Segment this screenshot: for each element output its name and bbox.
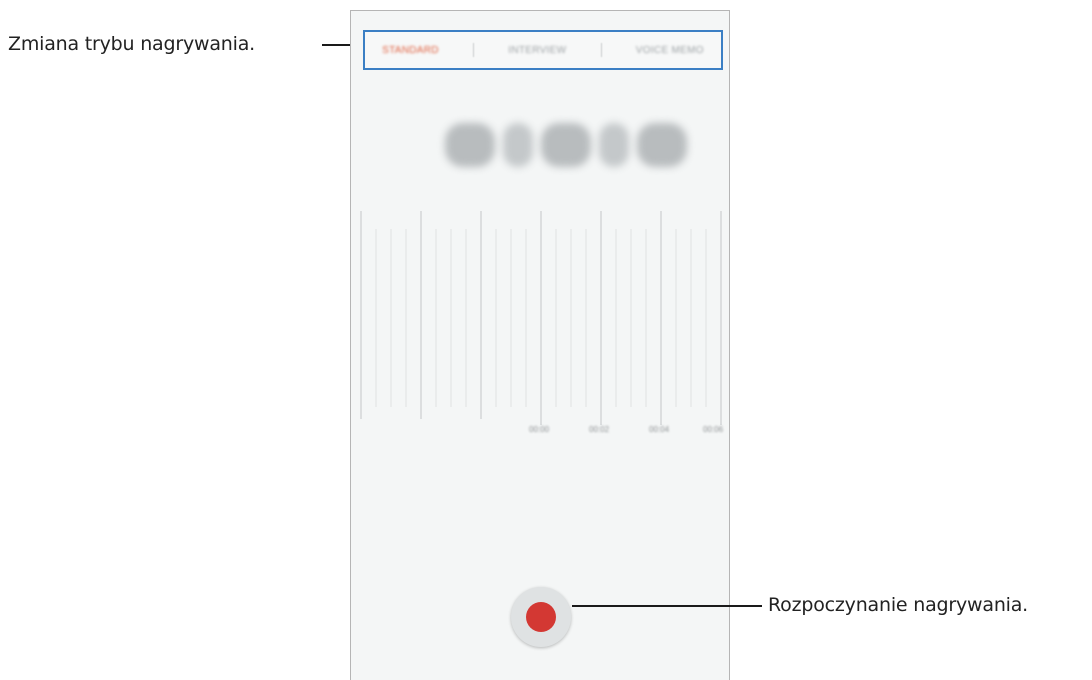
tick-label: 00:00 <box>529 425 550 434</box>
tab-voice-memo[interactable]: VOICE MEMO <box>636 45 704 56</box>
timer-seconds <box>637 123 687 167</box>
tick-label: 00:06 <box>703 425 724 434</box>
tick-label: 00:04 <box>649 425 670 434</box>
timeline-tick-labels: 00:00 00:02 00:04 00:06 <box>351 425 729 439</box>
tab-divider <box>473 43 475 57</box>
tab-interview[interactable]: INTERVIEW <box>508 45 566 56</box>
record-icon <box>526 602 556 632</box>
mode-change-callout: Zmiana trybu nagrywania. <box>8 33 256 55</box>
start-recording-leader-line <box>572 605 762 607</box>
tick-label: 00:02 <box>589 425 610 434</box>
timeline-gridlines <box>360 211 722 425</box>
tab-standard[interactable]: STANDARD <box>382 45 439 56</box>
start-recording-callout: Rozpoczynanie nagrywania. <box>768 594 1029 616</box>
waveform-timeline <box>359 211 729 425</box>
record-button[interactable] <box>511 587 571 647</box>
timer-minutes <box>541 123 591 167</box>
tab-divider <box>600 43 602 57</box>
recording-timer <box>445 123 687 167</box>
timer-hours <box>445 123 495 167</box>
timer-separator <box>503 123 533 167</box>
voice-recorder-screen: STANDARD INTERVIEW VOICE MEMO 00:00 00:0… <box>350 10 730 680</box>
recording-mode-bar: STANDARD INTERVIEW VOICE MEMO <box>363 30 723 70</box>
timer-separator <box>599 123 629 167</box>
manual-illustration: Zmiana trybu nagrywania. STANDARD INTERV… <box>0 0 1092 680</box>
